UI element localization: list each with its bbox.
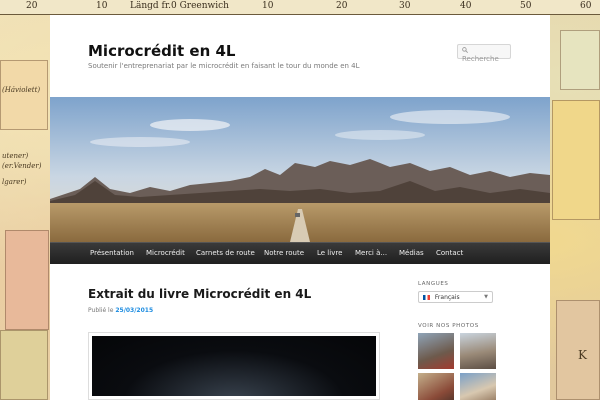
map-scale-label: 30 (399, 1, 411, 11)
chevron-down-icon: ▼ (484, 294, 488, 300)
map-region (552, 100, 600, 220)
nav-item-merci[interactable]: Merci à... (355, 249, 387, 257)
map-region (5, 230, 49, 330)
map-label: K (578, 348, 587, 362)
nav-item-le-livre[interactable]: Le livre (317, 249, 342, 257)
map-scale-bar: 20 10 Längd fr.0 Greenwich 10 20 30 40 5… (0, 0, 600, 15)
site-description: Soutenir l'entreprenariat par le microcr… (88, 62, 360, 70)
map-scale-label: 10 (262, 1, 274, 11)
main-navigation: Présentation Microcrédit Carnets de rout… (50, 242, 550, 264)
map-scale-label: 50 (520, 1, 532, 11)
map-label: (Háviolett) (2, 86, 41, 94)
nav-item-presentation[interactable]: Présentation (90, 249, 134, 257)
nav-item-microcredit[interactable]: Microcrédit (146, 249, 185, 257)
map-label: lgarer) (2, 178, 27, 186)
language-select[interactable]: Français ▼ (418, 291, 493, 303)
photo-thumbnail[interactable] (418, 373, 454, 400)
nav-item-medias[interactable]: Médias (399, 249, 424, 257)
article-meta-prefix: Publié le (88, 307, 114, 314)
language-selected: Français (434, 294, 460, 301)
map-scale-label: 20 (26, 1, 38, 11)
photo-thumbnail[interactable] (418, 333, 454, 369)
article-title[interactable]: Extrait du livre Microcrédit en 4L (88, 287, 311, 301)
nav-item-carnets-de-route[interactable]: Carnets de route (196, 249, 255, 257)
map-scale-label: 10 (96, 1, 108, 11)
search-input[interactable] (462, 55, 500, 63)
nav-item-notre-route[interactable]: Notre route (264, 249, 304, 257)
map-scale-label: 40 (460, 1, 472, 11)
photos-heading: VOIR NOS PHOTOS (418, 323, 479, 329)
map-label: utener) (2, 152, 29, 160)
map-region (560, 30, 600, 90)
article-video-embed[interactable] (88, 332, 380, 400)
article-date-link[interactable]: 25/03/2015 (115, 307, 153, 314)
search-icon (462, 47, 468, 55)
photo-thumbnail[interactable] (460, 333, 496, 369)
article-meta: Publié le 25/03/2015 (88, 307, 153, 314)
photo-thumbnail[interactable] (460, 373, 496, 400)
languages-heading: LANGUES (418, 281, 449, 287)
map-scale-label: 60 (580, 1, 592, 11)
search-box[interactable] (457, 44, 511, 63)
video-player[interactable] (92, 336, 376, 396)
map-scale-label: 20 (336, 1, 348, 11)
map-region (0, 330, 48, 400)
header-banner-image (50, 97, 550, 242)
map-region (0, 60, 48, 130)
nav-item-contact[interactable]: Contact (436, 249, 463, 257)
map-scale-label: Längd fr.0 Greenwich (130, 1, 229, 11)
france-flag-icon (423, 295, 430, 300)
page-container: Microcrédit en 4L Soutenir l'entreprenar… (50, 15, 550, 400)
map-label: (er.Vender) (2, 162, 42, 170)
site-title[interactable]: Microcrédit en 4L (88, 42, 235, 60)
